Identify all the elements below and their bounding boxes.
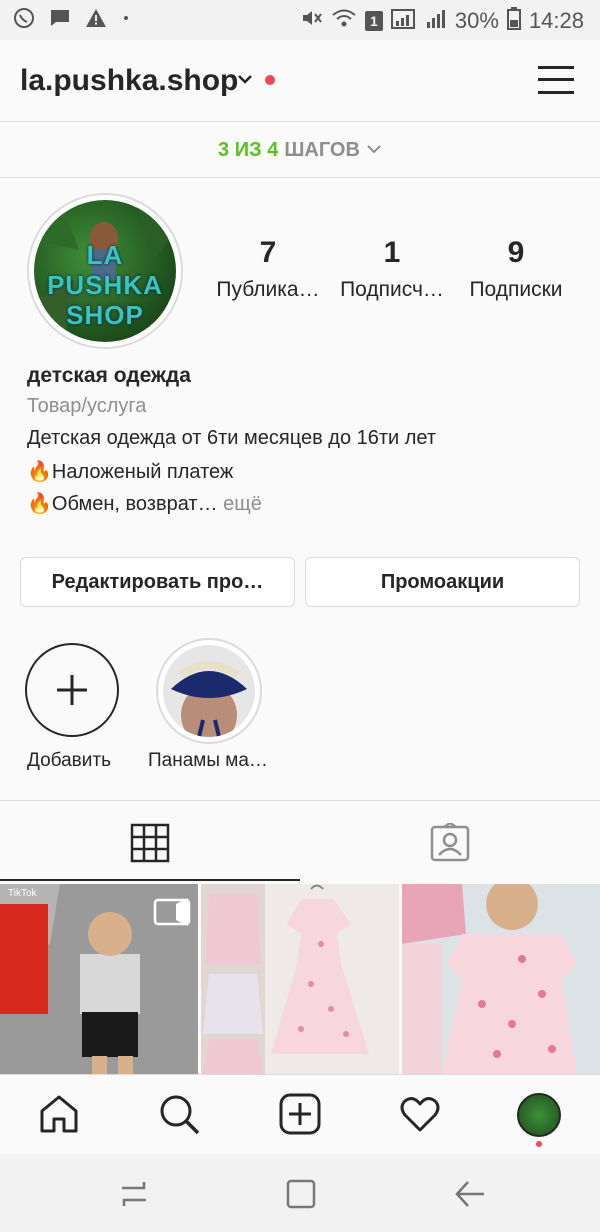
clock: 14:28 bbox=[528, 8, 584, 33]
bio-more-link[interactable]: ещё bbox=[223, 493, 262, 515]
plus-icon bbox=[57, 675, 87, 705]
highlight-panamas[interactable] bbox=[156, 638, 262, 744]
post-thumbnail[interactable] bbox=[201, 884, 399, 1074]
steps-progress: 3 ИЗ 4 bbox=[218, 138, 279, 161]
warning-icon bbox=[84, 6, 108, 36]
fire-icon: 🔥 bbox=[27, 461, 52, 483]
home-icon[interactable] bbox=[38, 1093, 80, 1140]
viber-icon bbox=[12, 6, 36, 36]
chevron-down-icon bbox=[366, 140, 382, 163]
grid-icon[interactable] bbox=[130, 823, 170, 868]
mute-icon bbox=[299, 6, 323, 36]
stat-label: Подписки bbox=[469, 278, 563, 301]
stat-label: Публика… bbox=[216, 278, 320, 301]
profile-header: la.pushka.shop bbox=[0, 40, 600, 122]
home-button-icon[interactable] bbox=[285, 1178, 317, 1215]
chevron-down-icon[interactable] bbox=[236, 70, 254, 93]
sim-badge: 1 bbox=[364, 11, 383, 31]
bio-text: Обмен, возврат… bbox=[51, 493, 218, 515]
wifi-icon bbox=[331, 6, 357, 36]
signal-bars-icon bbox=[425, 6, 447, 36]
steps-label: ШАГОВ bbox=[284, 138, 360, 161]
profile-category: Товар/услуга bbox=[27, 395, 147, 417]
status-bar: 1 30% 14:28 bbox=[0, 0, 600, 40]
avatar-text: LA bbox=[86, 240, 124, 270]
tiktok-label: TikTok bbox=[8, 888, 37, 899]
highlight-label: Панамы ма… bbox=[148, 750, 268, 771]
video-icon bbox=[155, 900, 189, 926]
promotions-button[interactable]: Промоакции bbox=[305, 557, 580, 607]
stat-posts[interactable]: 7 Публика… bbox=[206, 236, 330, 302]
bio-line: 🔥Наложеный платеж bbox=[27, 459, 233, 484]
bio-line: 🔥Обмен, возврат… ещё bbox=[27, 491, 262, 516]
dot-icon bbox=[120, 6, 132, 36]
profile-avatar-nav[interactable] bbox=[517, 1093, 561, 1137]
highlight-image bbox=[163, 645, 255, 737]
back-icon[interactable] bbox=[454, 1178, 486, 1215]
avatar-text: SHOP bbox=[66, 300, 144, 330]
post-thumbnail[interactable] bbox=[402, 884, 600, 1074]
stat-count: 7 bbox=[259, 236, 277, 269]
fire-icon: 🔥 bbox=[27, 493, 52, 515]
bio-text: Наложеный платеж bbox=[51, 461, 234, 483]
heart-icon[interactable] bbox=[399, 1093, 441, 1140]
bottom-nav bbox=[0, 1074, 600, 1154]
message-icon bbox=[48, 6, 72, 36]
bio-line: Детская одежда от 6ти месяцев до 16ти ле… bbox=[27, 427, 437, 449]
menu-icon[interactable] bbox=[538, 64, 574, 96]
edit-profile-button[interactable]: Редактировать про… bbox=[20, 557, 295, 607]
tagged-icon[interactable] bbox=[430, 821, 470, 868]
tab-indicator bbox=[0, 879, 300, 881]
signal-icon bbox=[390, 6, 417, 36]
post-thumbnail[interactable]: TikTok bbox=[0, 884, 198, 1074]
notification-dot bbox=[536, 1141, 542, 1147]
android-nav-bar bbox=[0, 1154, 600, 1232]
new-post-icon[interactable] bbox=[279, 1093, 321, 1140]
search-icon[interactable] bbox=[158, 1093, 200, 1140]
battery-icon bbox=[506, 6, 521, 36]
setup-steps[interactable]: 3 ИЗ 4 ШАГОВ bbox=[0, 123, 600, 178]
profile-name: детская одежда bbox=[27, 364, 191, 387]
profile-tabs bbox=[0, 800, 600, 882]
avatar-text: PUSHKA bbox=[47, 270, 163, 300]
notification-dot bbox=[265, 75, 275, 85]
stat-count: 9 bbox=[507, 236, 525, 269]
stat-followers[interactable]: 1 Подписч… bbox=[330, 236, 454, 302]
avatar[interactable]: LA PUSHKA SHOP bbox=[34, 200, 176, 342]
add-highlight-button[interactable] bbox=[25, 643, 119, 737]
stat-following[interactable]: 9 Подписки bbox=[454, 236, 578, 302]
battery-percent: 30% bbox=[454, 8, 499, 33]
account-switcher[interactable]: la.pushka.shop bbox=[20, 64, 238, 98]
stat-count: 1 bbox=[383, 236, 401, 269]
highlight-label: Добавить bbox=[27, 750, 111, 771]
stat-label: Подписч… bbox=[340, 278, 444, 301]
recent-apps-icon[interactable] bbox=[118, 1178, 150, 1215]
